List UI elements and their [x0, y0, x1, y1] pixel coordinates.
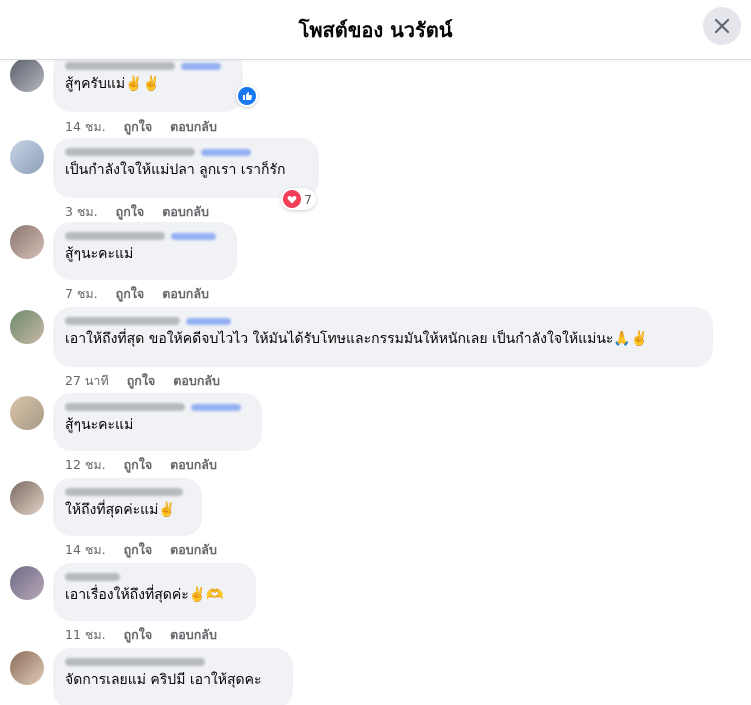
reaction-badge[interactable]: 7	[281, 188, 316, 210]
dialog-title: โพสต์ของ นวรัตน์	[298, 17, 453, 42]
comment-author[interactable]	[65, 228, 225, 244]
comment-time[interactable]: 11 ชม.	[65, 625, 106, 645]
avatar[interactable]	[10, 481, 44, 515]
comment-time[interactable]: 14 ชม.	[65, 117, 106, 137]
comment-meta: 11 ชม. ถูกใจ ตอบกลับ	[65, 625, 217, 645]
reaction-count: 7	[304, 191, 312, 207]
comment-time[interactable]: 3 ชม.	[65, 202, 98, 222]
avatar[interactable]	[10, 60, 44, 92]
comment-time[interactable]: 27 นาที	[65, 371, 109, 391]
comment-author[interactable]	[65, 60, 231, 74]
comment-text: เอาเรื่องให้ถึงที่สุดค่ะ✌️🫶	[65, 587, 224, 603]
love-reaction-icon	[283, 190, 301, 208]
like-link[interactable]: ถูกใจ	[116, 202, 145, 222]
comment-author[interactable]	[65, 144, 307, 160]
avatar[interactable]	[10, 225, 44, 259]
comment-author[interactable]	[65, 569, 244, 585]
comment-time[interactable]: 12 ชม.	[65, 455, 106, 475]
comment-time[interactable]: 7 ชม.	[65, 284, 98, 304]
reply-link[interactable]: ตอบกลับ	[170, 117, 217, 137]
like-link[interactable]: ถูกใจ	[124, 540, 153, 560]
like-link[interactable]: ถูกใจ	[127, 371, 156, 391]
comment-bubble: ให้ถึงที่สุดค่ะแม่✌️	[53, 478, 202, 536]
comment-text: สู้ๆนะคะแม่	[65, 417, 134, 433]
comment-text: เป็นกำลังใจให้แม่ปลา ลูกเรา เราก็รัก	[65, 162, 286, 178]
comment-author[interactable]	[65, 484, 190, 500]
comment-author[interactable]	[65, 399, 250, 415]
avatar[interactable]	[10, 396, 44, 430]
reply-link[interactable]: ตอบกลับ	[162, 284, 209, 304]
comment-meta: 27 นาที ถูกใจ ตอบกลับ	[65, 371, 220, 391]
reaction-badge[interactable]	[236, 85, 258, 107]
comment-meta: 3 ชม. ถูกใจ ตอบกลับ	[65, 202, 209, 222]
comment-text: เอาให้ถึงที่สุด ขอให้คดีจบไวไว ให้มันได้…	[65, 331, 649, 347]
like-link[interactable]: ถูกใจ	[124, 117, 153, 137]
avatar[interactable]	[10, 140, 44, 174]
comment-text: สู้ๆครับแม่✌️✌️	[65, 76, 160, 92]
comment-bubble: สู้ๆนะคะแม่	[53, 393, 262, 451]
comment-meta: 14 ชม. ถูกใจ ตอบกลับ	[65, 540, 217, 560]
comment-text: จัดการเลยแม่ คริปมี เอาให้สุดคะ	[65, 672, 262, 688]
avatar[interactable]	[10, 310, 44, 344]
comment-text: สู้ๆนะคะแม่	[65, 246, 134, 262]
close-icon	[714, 18, 730, 34]
comment-list[interactable]: สู้ๆครับแม่✌️✌️ 14 ชม. ถูกใจ ตอบกลับ เป็…	[0, 60, 751, 705]
reply-link[interactable]: ตอบกลับ	[173, 371, 220, 391]
reply-link[interactable]: ตอบกลับ	[170, 625, 217, 645]
comment-meta: 14 ชม. ถูกใจ ตอบกลับ	[65, 117, 217, 137]
post-dialog-header: โพสต์ของ นวรัตน์	[0, 0, 751, 60]
comment-bubble: เอาเรื่องให้ถึงที่สุดค่ะ✌️🫶	[53, 563, 256, 621]
avatar[interactable]	[10, 651, 44, 685]
reply-link[interactable]: ตอบกลับ	[170, 540, 217, 560]
comment-bubble: เอาให้ถึงที่สุด ขอให้คดีจบไวไว ให้มันได้…	[53, 307, 713, 367]
comment-bubble: สู้ๆครับแม่✌️✌️	[53, 60, 243, 112]
comment-bubble: สู้ๆนะคะแม่	[53, 222, 237, 280]
avatar[interactable]	[10, 566, 44, 600]
comment-bubble: จัดการเลยแม่ คริปมี เอาให้สุดคะ	[53, 648, 293, 705]
like-reaction-icon	[238, 87, 256, 105]
like-link[interactable]: ถูกใจ	[116, 284, 145, 304]
comment-bubble: เป็นกำลังใจให้แม่ปลา ลูกเรา เราก็รัก	[53, 138, 319, 198]
comment-meta: 7 ชม. ถูกใจ ตอบกลับ	[65, 284, 209, 304]
comment-meta: 12 ชม. ถูกใจ ตอบกลับ	[65, 455, 217, 475]
comment-author[interactable]	[65, 313, 701, 329]
like-link[interactable]: ถูกใจ	[124, 625, 153, 645]
reply-link[interactable]: ตอบกลับ	[170, 455, 217, 475]
comment-author[interactable]	[65, 654, 281, 670]
reply-link[interactable]: ตอบกลับ	[162, 202, 209, 222]
comment-time[interactable]: 14 ชม.	[65, 540, 106, 560]
like-link[interactable]: ถูกใจ	[124, 455, 153, 475]
close-button[interactable]	[703, 7, 741, 45]
comment-text: ให้ถึงที่สุดค่ะแม่✌️	[65, 502, 176, 518]
